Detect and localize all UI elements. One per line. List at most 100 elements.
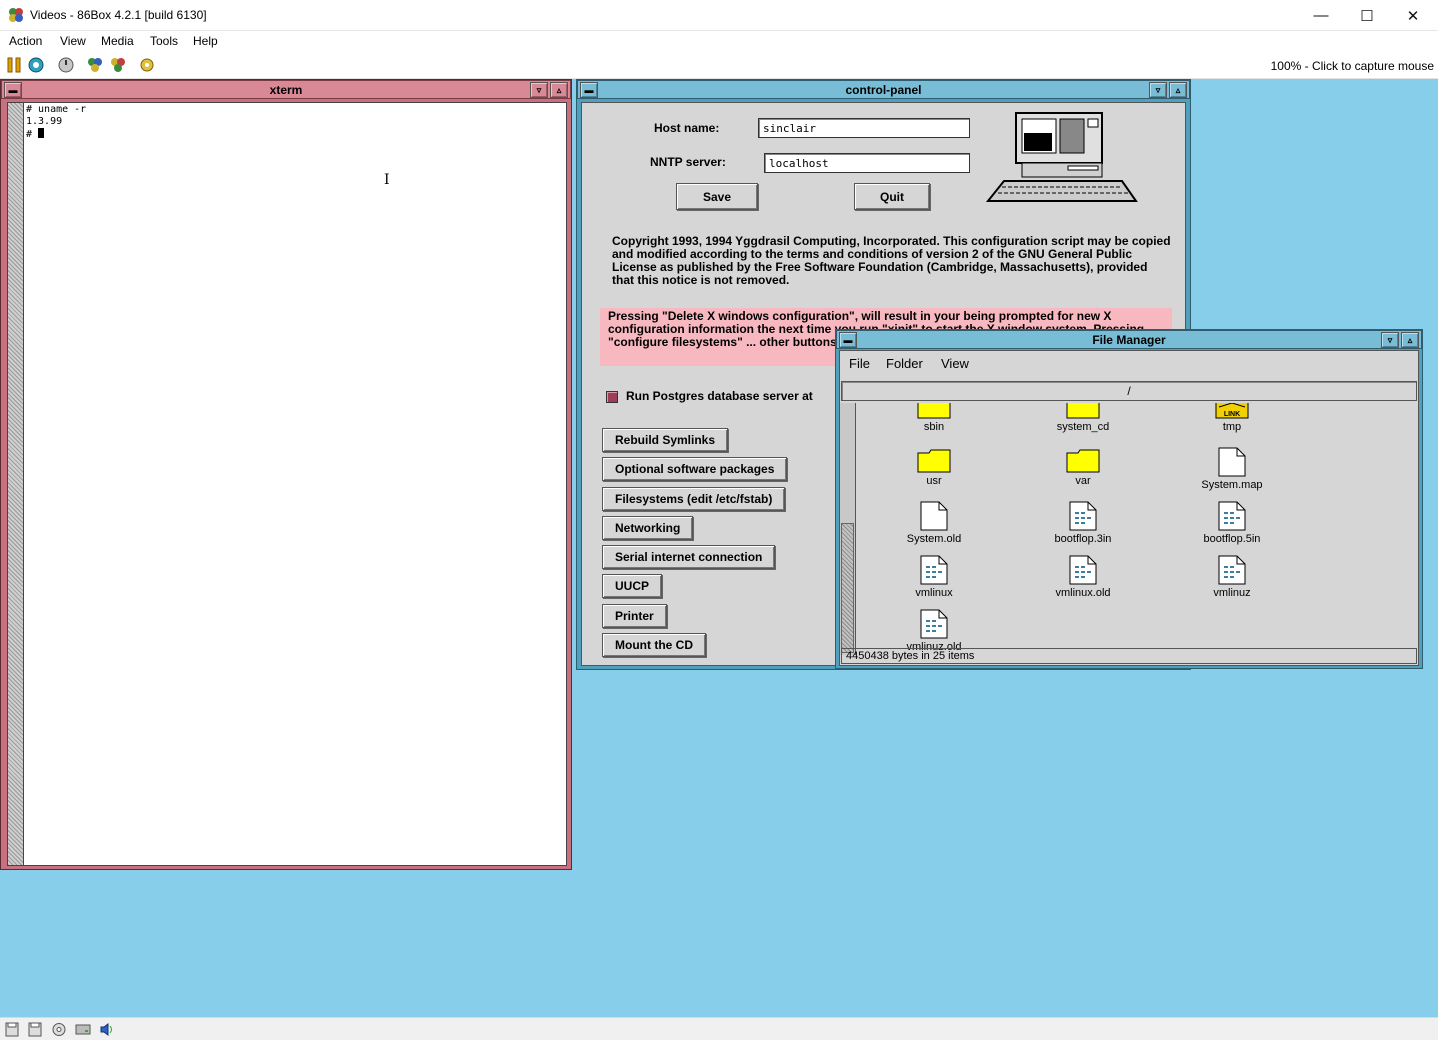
computer-icon [985, 112, 1138, 202]
link-icon: LINK [1172, 403, 1292, 419]
fm-menu-view[interactable]: View [941, 356, 969, 371]
postgres-checkbox[interactable] [606, 391, 618, 403]
file-item[interactable]: vmlinux.old [1023, 555, 1143, 599]
xterm-scrollbar[interactable] [8, 103, 24, 865]
ctrl-alt-del-icon[interactable] [86, 56, 104, 74]
maximize-button[interactable]: ☐ [1344, 0, 1390, 31]
window-menu-button[interactable]: ▬ [4, 82, 22, 98]
file-name: var [1075, 475, 1091, 487]
text-cursor [38, 128, 45, 138]
networking-button[interactable]: Networking [602, 516, 694, 540]
mount-cd-button[interactable]: Mount the CD [602, 633, 706, 657]
optional-software-button[interactable]: Optional software packages [602, 457, 788, 481]
host-name-field[interactable] [758, 118, 970, 138]
hard-disk-icon[interactable] [75, 1022, 91, 1037]
save-button[interactable]: Save [676, 183, 758, 210]
file-name: bootflop.5in [1203, 533, 1261, 545]
serial-internet-button[interactable]: Serial internet connection [602, 545, 776, 569]
file-item[interactable]: vmlinuz.old [874, 609, 994, 653]
copyright-notice: Copyright 1993, 1994 Yggdrasil Computing… [612, 234, 1171, 287]
maximize-button[interactable]: ▵ [1169, 82, 1187, 98]
close-button[interactable]: ✕ [1390, 0, 1436, 31]
control-panel-titlebar[interactable]: ▬ control-panel ▿ ▵ [577, 80, 1190, 99]
rebuild-symlinks-button[interactable]: Rebuild Symlinks [602, 428, 729, 452]
file-manager-title: File Manager [1092, 332, 1166, 347]
file-name: System.old [906, 533, 962, 545]
folder-icon [1023, 447, 1143, 473]
file-item[interactable]: var [1023, 447, 1143, 487]
printer-button[interactable]: Printer [602, 604, 667, 628]
terminal-line: 1.3.99 [26, 116, 63, 127]
file-item[interactable]: vmlinux [874, 555, 994, 599]
file-name: tmp [1222, 421, 1242, 433]
file-item[interactable]: LINK tmp [1172, 403, 1292, 433]
minimize-button[interactable]: ▿ [1149, 82, 1167, 98]
file-item[interactable]: bootflop.3in [1023, 501, 1143, 545]
file-manager-window[interactable]: ▬ File Manager ▿ ▵ File Folder View / sb… [835, 329, 1423, 669]
menu-media[interactable]: Media [101, 34, 134, 48]
menu-view[interactable]: View [60, 34, 86, 48]
settings-icon[interactable] [138, 56, 156, 74]
binary-file-icon [1172, 555, 1292, 585]
maximize-button[interactable]: ▵ [550, 82, 568, 98]
host-titlebar: Videos - 86Box 4.2.1 [build 6130] — ☐ ✕ [0, 0, 1438, 31]
fm-menu-folder[interactable]: Folder [886, 356, 923, 371]
file-item[interactable]: usr [874, 447, 994, 487]
control-panel-title: control-panel [845, 82, 922, 97]
file-item[interactable]: bootflop.5in [1172, 501, 1292, 545]
minimize-button[interactable]: ▿ [530, 82, 548, 98]
file-icon-grid: sbin system_cd LINK tmp usr var System.map Syst… [858, 403, 1418, 655]
file-name: vmlinuz [1213, 587, 1251, 599]
terminal-line: # uname -r [26, 104, 87, 115]
menu-help[interactable]: Help [193, 34, 218, 48]
fm-scrollbar[interactable] [840, 403, 856, 655]
xterm-window[interactable]: ▬ xterm ▿ ▵ # uname -r 1.3.99 # I [0, 79, 572, 870]
power-icon[interactable] [57, 56, 75, 74]
nntp-server-label: NNTP server: [650, 155, 726, 169]
uucp-button[interactable]: UUCP [602, 574, 663, 598]
window-menu-button[interactable]: ▬ [839, 332, 857, 348]
binary-file-icon [874, 555, 994, 585]
menu-tools[interactable]: Tools [150, 34, 178, 48]
file-name: usr [926, 475, 942, 487]
xterm-titlebar[interactable]: ▬ xterm ▿ ▵ [1, 80, 571, 99]
file-item[interactable]: System.old [874, 501, 994, 545]
binary-file-icon [1172, 501, 1292, 531]
file-name: vmlinux [915, 587, 953, 599]
host-name-label: Host name: [654, 121, 720, 135]
window-menu-button[interactable]: ▬ [580, 82, 598, 98]
file-item[interactable]: System.map [1172, 447, 1292, 491]
sound-icon[interactable] [99, 1022, 115, 1037]
capture-mouse-hint: 100% - Click to capture mouse [1270, 59, 1434, 73]
host-toolbar: 100% - Click to capture mouse [0, 52, 1438, 79]
cdrom-icon[interactable] [51, 1022, 67, 1037]
86box-app-icon [9, 8, 23, 22]
maximize-button[interactable]: ▵ [1401, 332, 1419, 348]
file-name: bootflop.3in [1054, 533, 1112, 545]
file-name: system_cd [1056, 421, 1110, 433]
binary-file-icon [1023, 501, 1143, 531]
fm-menu-file[interactable]: File [849, 356, 870, 371]
minimize-button[interactable]: — [1298, 0, 1344, 31]
file-item[interactable]: vmlinuz [1172, 555, 1292, 599]
file-item[interactable]: sbin [874, 403, 994, 433]
pause-icon[interactable] [5, 56, 23, 74]
postgres-checkbox-label: Run Postgres database server at [626, 389, 813, 403]
reset-icon[interactable] [27, 56, 45, 74]
quit-button[interactable]: Quit [854, 183, 930, 210]
fm-scroll-thumb[interactable] [841, 523, 854, 653]
ctrl-alt-esc-icon[interactable] [109, 56, 127, 74]
nntp-server-field[interactable] [764, 153, 970, 173]
floppy-a-icon[interactable] [4, 1022, 20, 1037]
filesystems-button[interactable]: Filesystems (edit /etc/fstab) [602, 487, 786, 511]
folder-icon [874, 447, 994, 473]
file-item[interactable]: system_cd [1023, 403, 1143, 433]
file-name: sbin [923, 421, 945, 433]
emulated-screen[interactable]: ▬ xterm ▿ ▵ # uname -r 1.3.99 # I ▬ contro… [0, 79, 1438, 1017]
floppy-b-icon[interactable] [27, 1022, 43, 1037]
file-manager-titlebar[interactable]: ▬ File Manager ▿ ▵ [836, 330, 1422, 349]
xterm-terminal[interactable]: # uname -r 1.3.99 # I [7, 102, 567, 866]
host-window-title: Videos - 86Box 4.2.1 [build 6130] [30, 8, 207, 22]
minimize-button[interactable]: ▿ [1381, 332, 1399, 348]
menu-action[interactable]: Action [9, 34, 42, 48]
